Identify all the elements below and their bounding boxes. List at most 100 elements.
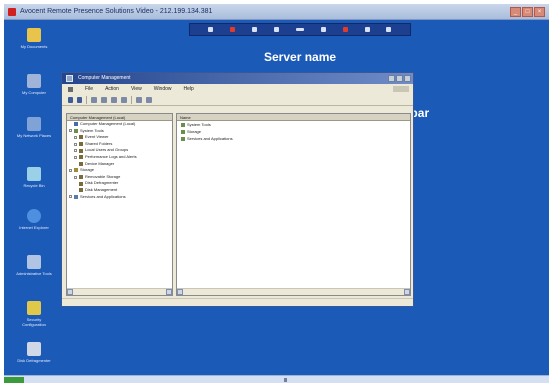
disk-icon [27, 342, 41, 356]
maximize-icon[interactable] [396, 75, 403, 82]
details-horizontal-scrollbar[interactable] [177, 288, 410, 295]
toolbar-button-3[interactable] [252, 27, 258, 32]
expand-icon[interactable] [74, 142, 77, 146]
desktop-icon-disk[interactable]: Disk Defragmenter [16, 342, 52, 363]
menu-help[interactable]: Help [184, 84, 194, 94]
expand-icon[interactable] [69, 168, 72, 172]
tree-item[interactable]: Device Manager [67, 161, 172, 168]
detail-list-item[interactable]: Storage [177, 128, 410, 135]
console-tree-pane[interactable]: Computer Management (Local) Computer Man… [66, 113, 173, 296]
users-icon [79, 148, 83, 153]
export-icon[interactable] [146, 96, 152, 103]
refresh-icon[interactable] [121, 96, 127, 103]
device-manager-icon [79, 161, 83, 166]
desktop-icon-network[interactable]: My Network Places [16, 117, 52, 138]
desktop-icon-my-computer[interactable]: My Computer [16, 74, 52, 95]
scroll-right-icon[interactable] [404, 289, 410, 295]
desktop-icon-recycle-bin[interactable]: Recycle Bin [16, 167, 52, 188]
tree-item[interactable]: Computer Management (Local) [67, 121, 172, 128]
detail-item-label: Services and Applications [187, 136, 233, 141]
desktop-icon-security[interactable]: Security Configuration [16, 301, 52, 327]
toolbar-button-2[interactable] [230, 27, 236, 32]
scroll-left-icon[interactable] [67, 289, 73, 295]
close-icon[interactable]: × [534, 7, 545, 17]
computer-management-icon [66, 75, 73, 82]
tree-item[interactable]: Disk Defragmenter [67, 180, 172, 187]
toolbar-button-6[interactable] [320, 27, 326, 32]
minimize-icon[interactable]: _ [510, 7, 521, 17]
detail-header-name[interactable]: Name [177, 114, 410, 121]
detail-item-label: System Tools [187, 122, 211, 127]
forward-icon[interactable] [77, 96, 82, 103]
app-icon [8, 8, 16, 16]
recycle-bin-icon [27, 167, 41, 181]
show-tree-icon[interactable] [101, 96, 107, 103]
detail-list-item[interactable]: System Tools [177, 121, 410, 128]
tree-item[interactable]: Removable Storage [67, 174, 172, 181]
viewer-title: Avocent Remote Presence Solutions Video … [20, 8, 213, 15]
expand-icon[interactable] [69, 129, 72, 133]
tree-item-label: Disk Management [85, 186, 118, 192]
computer-management-window[interactable]: Computer Management File Action View Win… [61, 72, 414, 307]
start-button[interactable] [4, 377, 24, 383]
detail-list-item[interactable]: Services and Applications [177, 135, 410, 142]
expand-icon[interactable] [69, 195, 72, 199]
toolbar-button-9[interactable] [386, 27, 392, 32]
toolbar-button-5[interactable] [295, 28, 304, 31]
expand-icon[interactable] [74, 135, 77, 139]
tree-item[interactable]: Shared Folders [67, 141, 172, 148]
tree-item-label: Services and Applications [80, 193, 126, 199]
desktop-icon-my-documents[interactable]: My Documents [16, 28, 52, 49]
cm-menu-bar: File Action View Window Help [62, 84, 413, 94]
toolbar-button-8[interactable] [364, 27, 370, 32]
tree-item[interactable]: Services and Applications [67, 194, 172, 201]
tree-item[interactable]: System Tools [67, 128, 172, 135]
disk-management-icon [79, 188, 83, 193]
storage-icon [74, 168, 78, 173]
menu-window[interactable]: Window [154, 84, 172, 94]
tree-item-label: Local Users and Groups [85, 147, 129, 153]
toolbar-separator [131, 95, 132, 104]
expand-icon[interactable] [74, 175, 77, 179]
tree-item-label: Device Manager [85, 160, 115, 166]
shared-folder-icon [79, 142, 83, 147]
toolbar-separator [86, 95, 87, 104]
event-viewer-icon [79, 135, 83, 140]
cm-title-bar[interactable]: Computer Management [62, 73, 413, 84]
tree-item[interactable]: Disk Management [67, 187, 172, 194]
up-icon[interactable] [91, 96, 97, 103]
menu-action[interactable]: Action [105, 84, 119, 94]
close-icon[interactable] [404, 75, 411, 82]
toolbar-button-7[interactable] [342, 27, 348, 32]
scroll-left-icon[interactable] [177, 289, 183, 295]
tree-list: Computer Management (Local) System Tools E… [67, 121, 172, 200]
expand-icon[interactable] [74, 155, 77, 159]
taskbar [4, 375, 549, 383]
scroll-right-icon[interactable] [166, 289, 172, 295]
detail-list: System Tools Storage Services and Applicat… [177, 121, 410, 142]
tree-item[interactable]: Event Viewer [67, 134, 172, 141]
desktop-icon-admin-tools[interactable]: Administrative Tools [16, 255, 52, 276]
tree-horizontal-scrollbar[interactable] [67, 288, 172, 295]
folder-icon [181, 129, 185, 134]
tree-header: Computer Management (Local) [67, 114, 172, 121]
tree-item[interactable]: Performance Logs and Alerts [67, 154, 172, 161]
window-controls: _ □ × [510, 7, 545, 17]
toolbar-button-4[interactable] [274, 27, 280, 32]
details-pane[interactable]: Name System Tools Storage Services and App… [176, 113, 411, 296]
tree-item[interactable]: Storage [67, 167, 172, 174]
menu-view[interactable]: View [131, 84, 142, 94]
minimize-icon[interactable] [388, 75, 395, 82]
back-icon[interactable] [68, 96, 73, 103]
tree-item[interactable]: Local Users and Groups [67, 147, 172, 154]
taskbar-item[interactable] [284, 378, 287, 382]
tree-item-label: System Tools [80, 127, 104, 133]
maximize-icon[interactable]: □ [522, 7, 533, 17]
menu-file[interactable]: File [85, 84, 93, 94]
expand-icon[interactable] [74, 149, 77, 153]
properties-icon[interactable] [111, 96, 117, 103]
help-icon[interactable] [136, 96, 142, 103]
toolbar-button-1[interactable] [208, 27, 214, 32]
desktop-icon-internet-explorer[interactable]: Internet Explorer [16, 209, 52, 230]
child-window-controls[interactable] [393, 86, 409, 92]
